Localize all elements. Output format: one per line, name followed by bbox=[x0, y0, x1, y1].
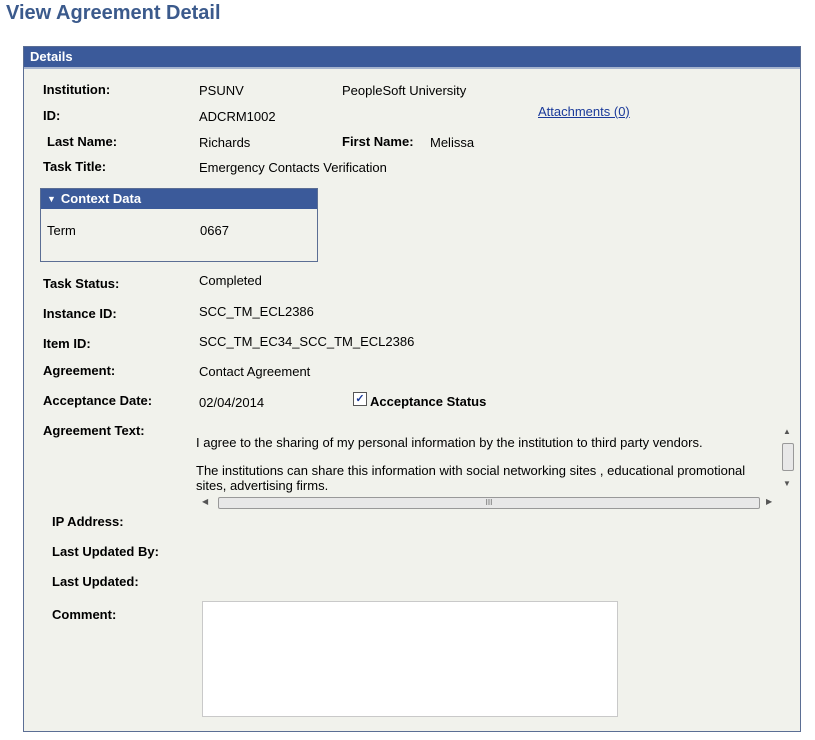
context-data-panel: ▼ Context Data Term 0667 bbox=[40, 188, 318, 262]
scroll-up-icon[interactable]: ▲ bbox=[783, 427, 791, 436]
id-value: ADCRM1002 bbox=[199, 109, 276, 124]
attachments-link[interactable]: Attachments (0) bbox=[538, 104, 630, 119]
term-label: Term bbox=[47, 223, 76, 238]
agreement-label: Agreement: bbox=[43, 363, 116, 378]
id-label: ID: bbox=[43, 108, 61, 123]
institution-name: PeopleSoft University bbox=[342, 83, 467, 98]
comment-textarea[interactable] bbox=[202, 601, 618, 717]
vertical-scroll-thumb[interactable] bbox=[782, 443, 794, 471]
ip-address-label: IP Address: bbox=[52, 514, 124, 529]
first-name-label: First Name: bbox=[342, 134, 414, 149]
item-id-label: Item ID: bbox=[43, 336, 91, 351]
agreement-text-paragraph-1: I agree to the sharing of my personal in… bbox=[196, 435, 703, 450]
last-updated-label: Last Updated: bbox=[52, 574, 139, 589]
last-name-label: Last Name: bbox=[47, 134, 118, 149]
acceptance-date-value: 02/04/2014 bbox=[199, 395, 265, 410]
context-data-title: Context Data bbox=[60, 191, 142, 206]
acceptance-status-label: Acceptance Status bbox=[370, 394, 487, 409]
last-updated-by-label: Last Updated By: bbox=[52, 544, 159, 559]
collapse-triangle-icon: ▼ bbox=[47, 194, 56, 204]
institution-code: PSUNV bbox=[199, 83, 244, 98]
first-name-value: Melissa bbox=[430, 135, 475, 150]
page-title: View Agreement Detail bbox=[6, 2, 221, 24]
acceptance-status-checkbox[interactable]: ✓ bbox=[353, 392, 367, 406]
institution-label: Institution: bbox=[43, 82, 111, 97]
horizontal-scroll-thumb[interactable]: III bbox=[218, 497, 760, 509]
last-name-value: Richards bbox=[199, 135, 251, 150]
scroll-left-icon[interactable]: ◀ bbox=[202, 497, 208, 506]
task-status-value: Completed bbox=[199, 273, 262, 288]
scroll-down-icon[interactable]: ▼ bbox=[783, 479, 791, 488]
term-value: 0667 bbox=[200, 223, 229, 238]
item-id-value: SCC_TM_EC34_SCC_TM_ECL2386 bbox=[199, 334, 415, 349]
task-title-label: Task Title: bbox=[43, 159, 107, 174]
agreement-text-paragraph-2: The institutions can share this informat… bbox=[196, 463, 746, 493]
acceptance-date-label: Acceptance Date: bbox=[43, 393, 153, 408]
task-status-label: Task Status: bbox=[43, 276, 120, 291]
scroll-right-icon[interactable]: ▶ bbox=[766, 497, 772, 506]
instance-id-label: Instance ID: bbox=[43, 306, 117, 321]
agreement-value: Contact Agreement bbox=[199, 364, 311, 379]
agreement-text-area[interactable]: I agree to the sharing of my personal in… bbox=[196, 423, 774, 493]
agreement-text-horizontal-scrollbar[interactable]: ◀ III ▶ bbox=[198, 495, 778, 511]
agreement-text-label: Agreement Text: bbox=[43, 423, 145, 438]
context-data-header[interactable]: ▼ Context Data bbox=[41, 189, 317, 209]
details-header: Details bbox=[24, 47, 800, 69]
task-title-value: Emergency Contacts Verification bbox=[199, 160, 387, 175]
details-panel: Details Institution: PSUNV PeopleSoft Un… bbox=[23, 46, 801, 732]
comment-label: Comment: bbox=[52, 607, 117, 622]
agreement-text-vertical-scrollbar[interactable]: ▲ ▼ bbox=[780, 423, 796, 493]
instance-id-value: SCC_TM_ECL2386 bbox=[199, 304, 314, 319]
